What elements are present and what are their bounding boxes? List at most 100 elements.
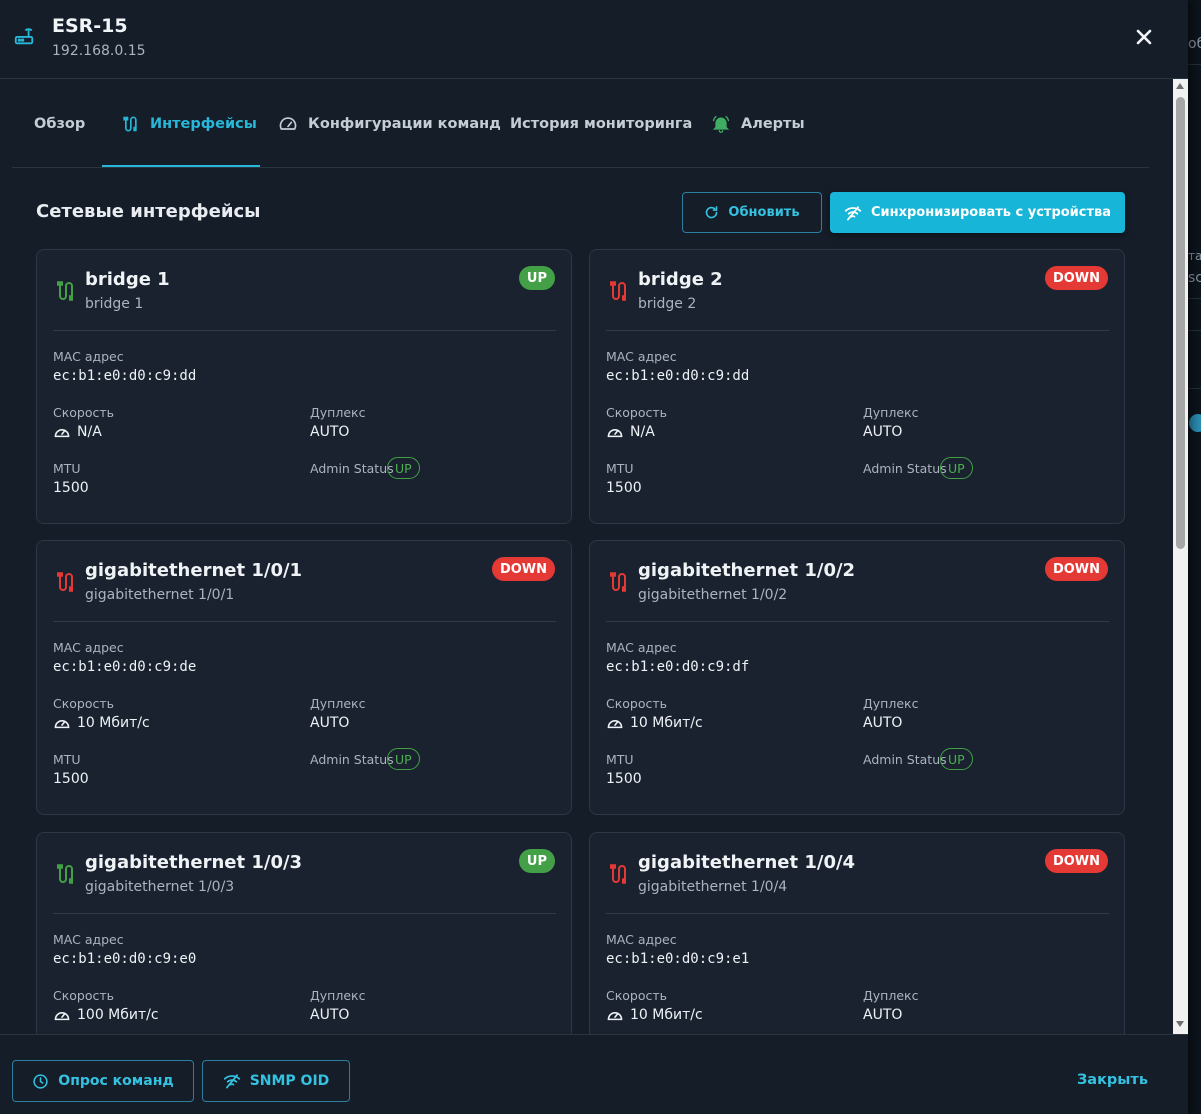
card-divider	[53, 913, 556, 914]
mtu-value: 1500	[53, 771, 89, 787]
speed-value: 10 Мбит/с	[606, 1007, 703, 1023]
speed-label: Скорость	[53, 988, 115, 1003]
device-ip: 192.168.0.15	[52, 43, 146, 59]
interface-name: bridge 2	[638, 269, 723, 290]
interface-icon	[610, 864, 626, 884]
wifi-icon	[223, 1074, 240, 1089]
admin-status-pill: UP	[940, 457, 973, 479]
interface-name: gigabitethernet 1/0/2	[638, 560, 856, 581]
admin-status-label: Admin Status	[863, 461, 947, 476]
interface-card: gigabitethernet 1/0/1 gigabitethernet 1/0…	[36, 540, 572, 815]
device-dialog: ESR-15 192.168.0.15 Обзор Интерфейсы Кон…	[0, 0, 1188, 1114]
refresh-button[interactable]: Обновить	[682, 192, 822, 233]
speed-gauge-icon	[607, 429, 623, 438]
mtu-value: 1500	[606, 480, 642, 496]
mac-label: MAC адрес	[606, 349, 677, 364]
tab-overview[interactable]: Обзор	[34, 79, 85, 168]
duplex-label: Дуплекс	[863, 696, 919, 711]
close-button[interactable]: Закрыть	[1077, 1072, 1148, 1088]
status-badge: UP	[518, 849, 555, 873]
duplex-value: AUTO	[863, 424, 903, 440]
interface-name: gigabitethernet 1/0/1	[85, 560, 303, 581]
interface-icon	[610, 281, 626, 301]
info-icon	[1189, 414, 1201, 432]
speed-label: Скорость	[606, 696, 668, 711]
duplex-value: AUTO	[310, 715, 350, 731]
scroll-up-arrow[interactable]	[1176, 83, 1184, 89]
tab-alerts[interactable]: Алерты	[711, 79, 805, 168]
speed-text: 10 Мбит/с	[77, 715, 150, 731]
mac-value: ec:b1:e0:d0:c9:df	[606, 659, 750, 675]
card-divider	[53, 621, 556, 622]
interface-icon	[123, 116, 137, 131]
interface-card: gigabitethernet 1/0/4 gigabitethernet 1/0…	[589, 832, 1125, 1034]
speed-value: N/A	[606, 424, 655, 440]
dialog-footer: Опрос команд SNMP OID Закрыть	[0, 1034, 1188, 1114]
speed-text: N/A	[77, 424, 102, 440]
interface-card: bridge 1 bridge 1 UP MAC адрес ec:b1:e0:d0:c…	[36, 249, 572, 524]
duplex-value: AUTO	[310, 424, 350, 440]
tab-interfaces[interactable]: Интерфейсы	[120, 79, 257, 168]
speed-value: N/A	[53, 424, 102, 440]
mac-value: ec:b1:e0:d0:c9:de	[53, 659, 197, 675]
bell-icon	[712, 115, 730, 133]
background-text: та	[1188, 249, 1201, 263]
interface-card: gigabitethernet 1/0/2 gigabitethernet 1/0…	[589, 540, 1125, 815]
tab-label: История мониторинга	[510, 115, 693, 132]
speed-text: 100 Мбит/с	[77, 1007, 159, 1023]
mtu-label: MTU	[606, 752, 634, 767]
admin-status-pill: UP	[940, 748, 973, 770]
scroll-down-arrow[interactable]	[1176, 1021, 1184, 1027]
interface-icon	[57, 864, 73, 884]
speed-gauge-icon	[54, 720, 70, 729]
mtu-label: MTU	[53, 461, 81, 476]
scrollbar[interactable]	[1173, 79, 1188, 1034]
speed-gauge-icon	[54, 429, 70, 438]
mtu-label: MTU	[53, 752, 81, 767]
interface-name: gigabitethernet 1/0/3	[85, 852, 303, 873]
duplex-value: AUTO	[310, 1007, 350, 1023]
interface-name: gigabitethernet 1/0/4	[638, 852, 856, 873]
speed-label: Скорость	[53, 696, 115, 711]
tab-bar: Обзор Интерфейсы Конфигурации команд Ист…	[12, 79, 1149, 168]
close-icon[interactable]	[1132, 25, 1156, 49]
device-title: ESR-15	[52, 15, 128, 37]
speed-gauge-icon	[607, 1012, 623, 1021]
refresh-label: Обновить	[728, 205, 800, 220]
tab-monitoring-history[interactable]: История мониторинга	[510, 79, 692, 168]
interface-card: gigabitethernet 1/0/3 gigabitethernet 1/0…	[36, 832, 572, 1034]
scrollbar-thumb[interactable]	[1176, 97, 1185, 549]
duplex-label: Дуплекс	[310, 696, 366, 711]
duplex-label: Дуплекс	[863, 405, 919, 420]
command-poll-button[interactable]: Опрос команд	[12, 1060, 194, 1102]
status-badge: DOWN	[1044, 557, 1108, 581]
mac-value: ec:b1:e0:d0:c9:dd	[606, 368, 750, 384]
duplex-label: Дуплекс	[310, 405, 366, 420]
speed-gauge-icon	[54, 1012, 70, 1021]
interface-name: bridge 1	[85, 269, 170, 290]
dialog-header: ESR-15 192.168.0.15	[0, 0, 1188, 79]
mac-label: MAC адрес	[606, 640, 677, 655]
speed-text: N/A	[630, 424, 655, 440]
interface-description: gigabitethernet 1/0/3	[85, 879, 235, 895]
mac-label: MAC адрес	[53, 349, 124, 364]
status-badge: DOWN	[1044, 849, 1108, 873]
mac-label: MAC адрес	[53, 640, 124, 655]
sync-button[interactable]: Синхронизировать с устройства	[830, 192, 1125, 233]
refresh-icon	[706, 206, 718, 219]
duplex-label: Дуплекс	[863, 988, 919, 1003]
snmp-oid-button[interactable]: SNMP OID	[202, 1060, 350, 1102]
card-divider	[606, 913, 1109, 914]
section-title: Сетевые интерфейсы	[36, 201, 261, 222]
tab-command-configs[interactable]: Конфигурации команд	[278, 79, 501, 168]
admin-status-pill: UP	[387, 748, 420, 770]
tab-label: Конфигурации команд	[308, 115, 501, 132]
speed-text: 10 Мбит/с	[630, 715, 703, 731]
mtu-value: 1500	[606, 771, 642, 787]
mac-label: MAC адрес	[53, 932, 124, 947]
speed-gauge-icon	[607, 720, 623, 729]
wifi-sync-icon	[844, 205, 862, 220]
sync-label: Синхронизировать с устройства	[870, 205, 1112, 220]
mtu-label: MTU	[606, 461, 634, 476]
speed-value: 10 Мбит/с	[606, 715, 703, 731]
